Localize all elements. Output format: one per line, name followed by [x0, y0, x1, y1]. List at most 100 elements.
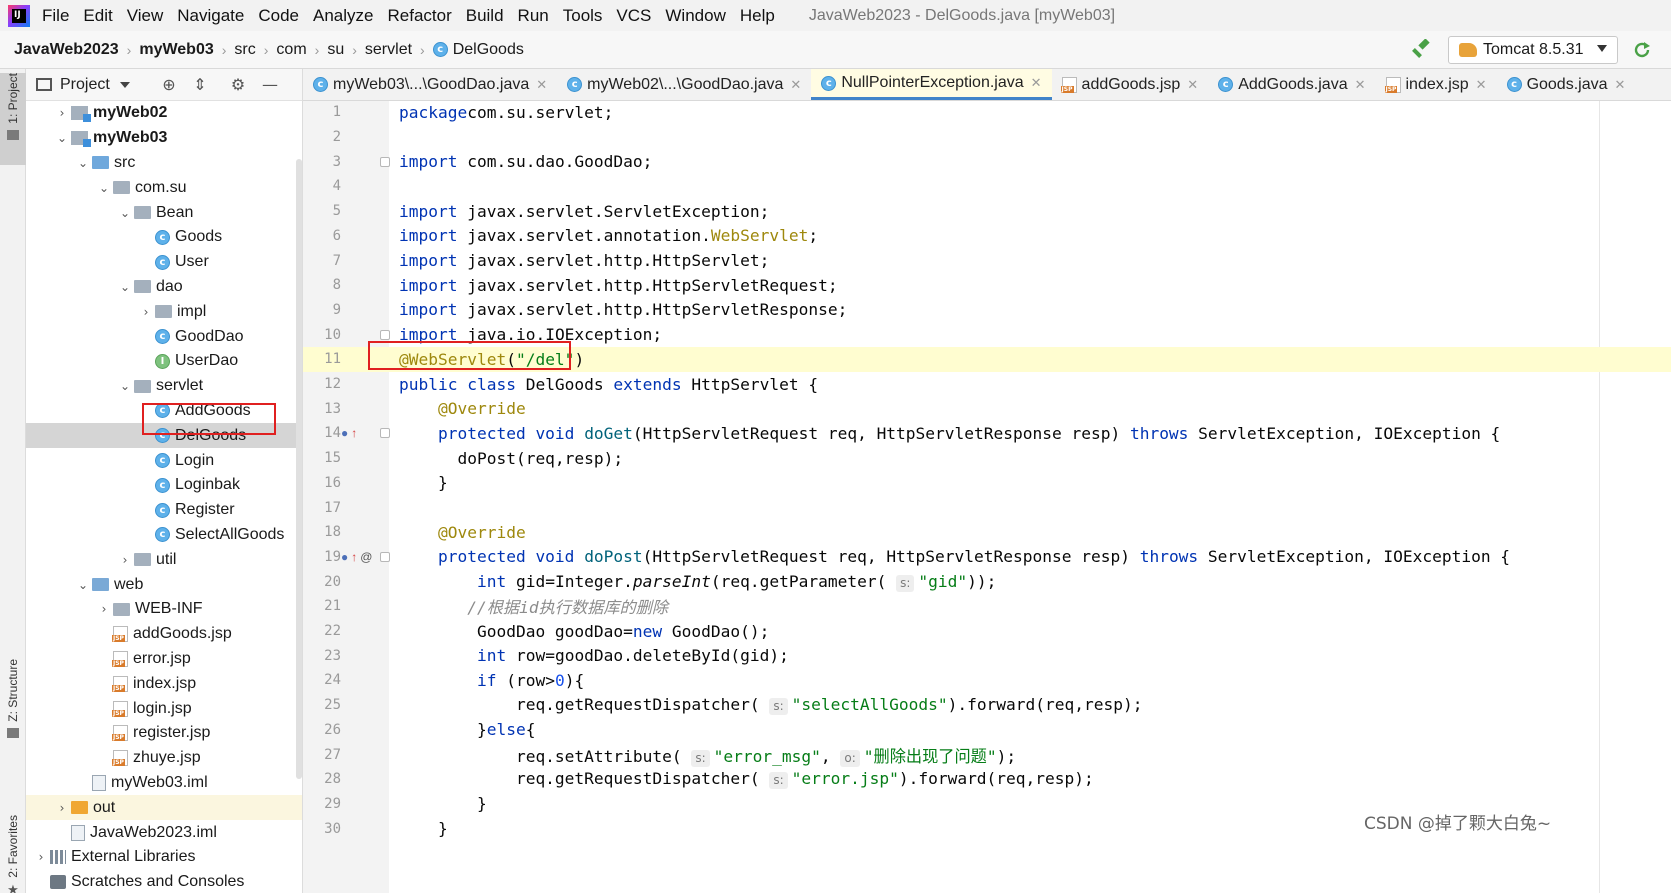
editor-tab-nullpointerexception-java[interactable]: c NullPointerException.java ✕ — [811, 69, 1052, 100]
menu-view[interactable]: View — [127, 6, 164, 26]
menu-build[interactable]: Build — [466, 6, 504, 26]
menu-help[interactable]: Help — [740, 6, 775, 26]
chevron-right-icon[interactable]: › — [53, 104, 71, 122]
chevron-right-icon[interactable]: › — [53, 799, 71, 817]
close-icon[interactable]: ✕ — [1615, 77, 1626, 93]
tree-item-external-libraries[interactable]: › External Libraries — [26, 845, 302, 870]
chevron-down-icon[interactable]: ⌄ — [53, 129, 71, 147]
project-view-selector[interactable]: Project — [60, 76, 110, 94]
breadcrumb-item-myweb03[interactable]: myWeb03 — [139, 41, 213, 59]
tree-item-out[interactable]: › out — [26, 795, 302, 821]
close-icon[interactable]: ✕ — [790, 77, 801, 93]
breadcrumb-item-servlet[interactable]: servlet — [365, 41, 412, 59]
code-token: WebServlet — [710, 226, 809, 246]
tool-tab-structure[interactable]: Z: Structure — [0, 659, 26, 799]
collapse-icon[interactable]: ⇕ — [191, 77, 209, 93]
menu-refactor[interactable]: Refactor — [387, 6, 451, 26]
chevron-down-icon[interactable]: ⌄ — [95, 179, 113, 197]
tree-item-goods[interactable]: c Goods — [26, 225, 302, 250]
annotation-marker-icon[interactable]: @ — [360, 550, 372, 564]
tree-item-scratches-and-consoles[interactable]: Scratches and Consoles — [26, 870, 302, 893]
chevron-right-icon[interactable]: › — [95, 600, 113, 618]
tree-item-error-jsp[interactable]: error.jsp — [26, 647, 302, 672]
menu-edit[interactable]: Edit — [83, 6, 112, 26]
editor-tab-addgoods-java[interactable]: c AddGoods.java ✕ — [1208, 69, 1375, 100]
tree-item-javaweb2023-iml[interactable]: JavaWeb2023.iml — [26, 820, 302, 845]
tree-item-servlet[interactable]: ⌄ servlet — [26, 374, 302, 399]
fold-icon[interactable] — [380, 428, 390, 439]
run-configuration-dropdown[interactable]: Tomcat 8.5.31 — [1448, 36, 1618, 64]
editor-tab-myweb02-gooddao-java[interactable]: c myWeb02\...\GoodDao.java ✕ — [557, 69, 811, 100]
tree-item-userdao[interactable]: I UserDao — [26, 349, 302, 374]
tree-item-login[interactable]: c Login — [26, 448, 302, 473]
tree-item-util[interactable]: › util — [26, 547, 302, 572]
chevron-down-icon[interactable]: ⌄ — [116, 204, 134, 222]
tree-item-loginbak[interactable]: c Loginbak — [26, 473, 302, 498]
menu-analyze[interactable]: Analyze — [313, 6, 373, 26]
tree-item-myweb03[interactable]: ⌄ myWeb03 — [26, 126, 302, 151]
fold-icon[interactable] — [380, 156, 390, 167]
tree-item-src[interactable]: ⌄ src — [26, 151, 302, 176]
override-marker-icon[interactable]: ● ↑ @ — [341, 550, 381, 564]
project-tree-scrollbar[interactable] — [296, 159, 302, 779]
menu-file[interactable]: File — [42, 6, 69, 26]
menu-code[interactable]: Code — [258, 6, 299, 26]
fold-icon[interactable] — [380, 551, 390, 562]
close-icon[interactable]: ✕ — [1031, 75, 1042, 91]
editor-tab-myweb03-gooddao-java[interactable]: c myWeb03\...\GoodDao.java ✕ — [303, 69, 557, 100]
menu-run[interactable]: Run — [518, 6, 549, 26]
tree-item-myweb03-iml[interactable]: myWeb03.iml — [26, 771, 302, 796]
locate-icon[interactable]: ⊕ — [160, 77, 178, 93]
tree-item-selectallgoods[interactable]: c SelectAllGoods — [26, 523, 302, 548]
gear-icon[interactable]: ⚙ — [229, 77, 247, 93]
tree-item-gooddao[interactable]: c GoodDao — [26, 324, 302, 349]
chevron-right-icon[interactable]: › — [137, 303, 155, 321]
tree-item-register-jsp[interactable]: register.jsp — [26, 721, 302, 746]
menu-window[interactable]: Window — [665, 6, 725, 26]
tree-item-web[interactable]: ⌄ web — [26, 572, 302, 597]
tool-tab-favorites[interactable]: 2: Favorites ★ — [0, 815, 26, 893]
chevron-down-icon[interactable]: ⌄ — [116, 377, 134, 395]
chevron-down-icon[interactable]: ⌄ — [116, 278, 134, 296]
close-icon[interactable]: ✕ — [1355, 77, 1366, 93]
tree-item-web-inf[interactable]: › WEB-INF — [26, 597, 302, 622]
editor-tab-goods-java[interactable]: c Goods.java ✕ — [1497, 69, 1636, 100]
chevron-right-icon[interactable]: › — [32, 848, 50, 866]
rerun-icon[interactable] — [1632, 40, 1652, 60]
tree-item-index-jsp[interactable]: index.jsp — [26, 671, 302, 696]
tree-item-register[interactable]: c Register — [26, 498, 302, 523]
breadcrumb-item-com[interactable]: com — [276, 41, 306, 59]
breadcrumb-item-su[interactable]: su — [327, 41, 344, 59]
close-icon[interactable]: ✕ — [1476, 77, 1487, 93]
menu-tools[interactable]: Tools — [563, 6, 603, 26]
code-editor[interactable]: 1 packagecom.su.servlet; 2 3 import com.su.d… — [303, 101, 1671, 893]
breadcrumb-item-delgoods[interactable]: c DelGoods — [432, 41, 524, 59]
chevron-down-icon[interactable]: ⌄ — [74, 576, 92, 594]
chevron-right-icon[interactable]: › — [116, 551, 134, 569]
tree-item-dao[interactable]: ⌄ dao — [26, 275, 302, 300]
class-icon: c — [155, 254, 170, 270]
tree-item-impl[interactable]: › impl — [26, 299, 302, 324]
tree-item-com-su[interactable]: ⌄ com.su — [26, 175, 302, 200]
tree-item-myweb02[interactable]: › myWeb02 — [26, 101, 302, 126]
minimize-icon[interactable]: — — [261, 77, 279, 93]
build-hammer-icon[interactable] — [1412, 39, 1432, 59]
menu-vcs[interactable]: VCS — [616, 6, 651, 26]
tree-item-user[interactable]: c User — [26, 250, 302, 275]
editor-tab-index-jsp[interactable]: index.jsp ✕ — [1376, 69, 1497, 100]
tree-item-login-jsp[interactable]: login.jsp — [26, 696, 302, 721]
close-icon[interactable]: ✕ — [536, 77, 547, 93]
override-marker-icon[interactable]: ● ↑ — [341, 426, 381, 440]
chevron-down-icon[interactable]: ⌄ — [74, 154, 92, 172]
tool-tab-project[interactable]: 1: Project — [0, 73, 26, 165]
tree-item-zhuye-jsp[interactable]: zhuye.jsp — [26, 746, 302, 771]
fold-icon[interactable] — [380, 329, 390, 340]
breadcrumb-item-src[interactable]: src — [234, 41, 255, 59]
breadcrumb-item-javaweb2023[interactable]: JavaWeb2023 — [14, 41, 119, 59]
menu-navigate[interactable]: Navigate — [177, 6, 244, 26]
close-icon[interactable]: ✕ — [1187, 77, 1198, 93]
chevron-down-icon[interactable] — [119, 81, 130, 88]
editor-tab-addgoods-jsp[interactable]: addGoods.jsp ✕ — [1052, 69, 1209, 100]
tree-item-addgoods-jsp[interactable]: addGoods.jsp — [26, 622, 302, 647]
tree-item-bean[interactable]: ⌄ Bean — [26, 200, 302, 225]
